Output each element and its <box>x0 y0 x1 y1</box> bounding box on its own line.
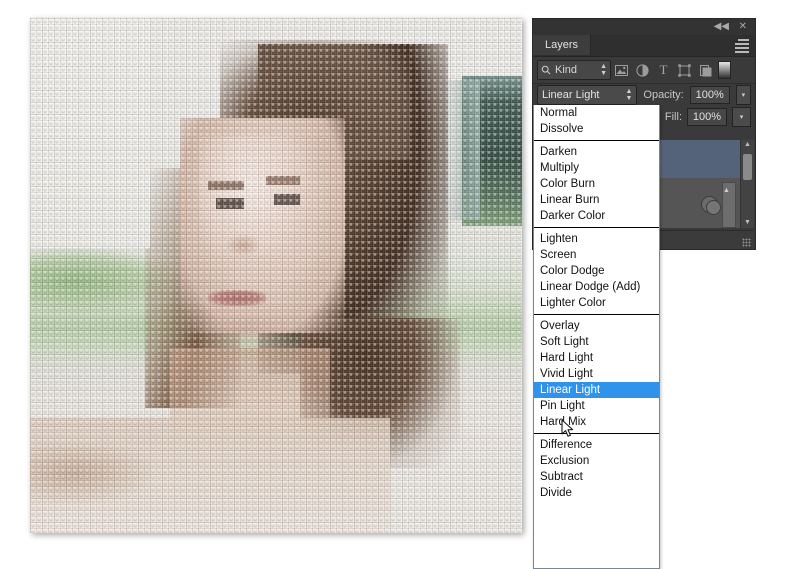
layer-filter-row: Kind ▲▼ T <box>533 57 755 84</box>
close-panel-icon[interactable]: ✕ <box>739 21 747 33</box>
adjustment-layers-filter-icon[interactable] <box>632 60 653 80</box>
panel-menu-icon[interactable] <box>735 39 749 51</box>
menu-item-multiply[interactable]: Multiply <box>534 160 659 176</box>
menu-item-pin-light[interactable]: Pin Light <box>534 398 659 414</box>
menu-separator <box>534 314 659 315</box>
scroll-up-icon[interactable]: ▲ <box>741 140 754 150</box>
menu-item-screen[interactable]: Screen <box>534 247 659 263</box>
opacity-value[interactable]: 100% <box>690 86 730 104</box>
resize-grip[interactable] <box>742 238 751 247</box>
scrollbar-thumb[interactable] <box>743 154 752 180</box>
lego-mosaic-image <box>30 18 522 533</box>
shape-layers-filter-icon[interactable] <box>674 60 695 80</box>
menu-item-divide[interactable]: Divide <box>534 485 659 501</box>
menu-item-exclusion[interactable]: Exclusion <box>534 453 659 469</box>
collapse-panel-icon[interactable]: ◀◀ <box>714 21 729 33</box>
fill-label: Fill: <box>665 111 682 123</box>
blend-mode-stepper-icon[interactable]: ▲▼ <box>625 88 632 102</box>
pixel-layers-filter-icon[interactable] <box>611 60 632 80</box>
scroll-down-icon[interactable]: ▼ <box>741 218 754 228</box>
menu-item-darker-color[interactable]: Darker Color <box>534 208 659 224</box>
document-canvas-window[interactable] <box>30 18 522 533</box>
blend-mode-select[interactable]: Linear Light ▲▼ <box>537 85 637 105</box>
layer-list-scrollbar[interactable]: ▲ ▼ <box>740 140 754 228</box>
menu-item-hard-light[interactable]: Hard Light <box>534 350 659 366</box>
opacity-dropdown-icon[interactable]: ▾ <box>736 85 751 105</box>
blend-mode-row: Linear Light ▲▼ Opacity: 100% ▾ <box>533 84 755 106</box>
menu-item-subtract[interactable]: Subtract <box>534 469 659 485</box>
menu-item-soft-light[interactable]: Soft Light <box>534 334 659 350</box>
menu-item-vivid-light[interactable]: Vivid Light <box>534 366 659 382</box>
menu-item-dissolve[interactable]: Dissolve <box>534 121 659 137</box>
blend-mode-value: Linear Light <box>542 89 600 101</box>
filter-toggle-swatch[interactable] <box>718 61 731 79</box>
tab-layers[interactable]: Layers <box>533 35 591 55</box>
panel-tab-strip: Layers <box>533 35 755 57</box>
lego-stud-pattern <box>30 18 522 533</box>
menu-separator <box>534 227 659 228</box>
menu-item-color-burn[interactable]: Color Burn <box>534 176 659 192</box>
fill-value[interactable]: 100% <box>687 108 727 126</box>
opacity-label: Opacity: <box>643 89 683 101</box>
filter-kind-select[interactable]: Kind ▲▼ <box>537 60 611 80</box>
menu-item-lighten[interactable]: Lighten <box>534 231 659 247</box>
eye-icon-inner[interactable] <box>706 200 721 215</box>
menu-item-lighter-color[interactable]: Lighter Color <box>534 295 659 311</box>
menu-item-overlay[interactable]: Overlay <box>534 318 659 334</box>
inner-scroll-up-icon[interactable]: ▲ <box>723 187 730 194</box>
panel-titlebar: ◀◀ ✕ <box>533 19 755 35</box>
search-icon <box>541 65 551 75</box>
menu-item-linear-burn[interactable]: Linear Burn <box>534 192 659 208</box>
menu-item-difference[interactable]: Difference <box>534 437 659 453</box>
menu-item-linear-dodge-add[interactable]: Linear Dodge (Add) <box>534 279 659 295</box>
filter-kind-label: Kind <box>555 64 577 76</box>
smart-object-filter-icon[interactable] <box>695 60 716 80</box>
menu-item-darken[interactable]: Darken <box>534 144 659 160</box>
menu-separator <box>534 433 659 434</box>
fill-dropdown-icon[interactable]: ▾ <box>732 107 751 127</box>
menu-separator <box>534 140 659 141</box>
menu-item-normal[interactable]: Normal <box>534 105 659 121</box>
filter-kind-stepper-icon[interactable]: ▲▼ <box>600 63 607 77</box>
blend-mode-dropdown-menu[interactable]: NormalDissolveDarkenMultiplyColor BurnLi… <box>533 105 660 569</box>
menu-item-color-dodge[interactable]: Color Dodge <box>534 263 659 279</box>
menu-item-hard-mix[interactable]: Hard Mix <box>534 414 659 430</box>
type-layers-filter-icon[interactable]: T <box>653 60 674 80</box>
menu-item-linear-light[interactable]: Linear Light <box>534 382 659 398</box>
inner-scrollbar[interactable]: ▲ <box>722 182 736 228</box>
